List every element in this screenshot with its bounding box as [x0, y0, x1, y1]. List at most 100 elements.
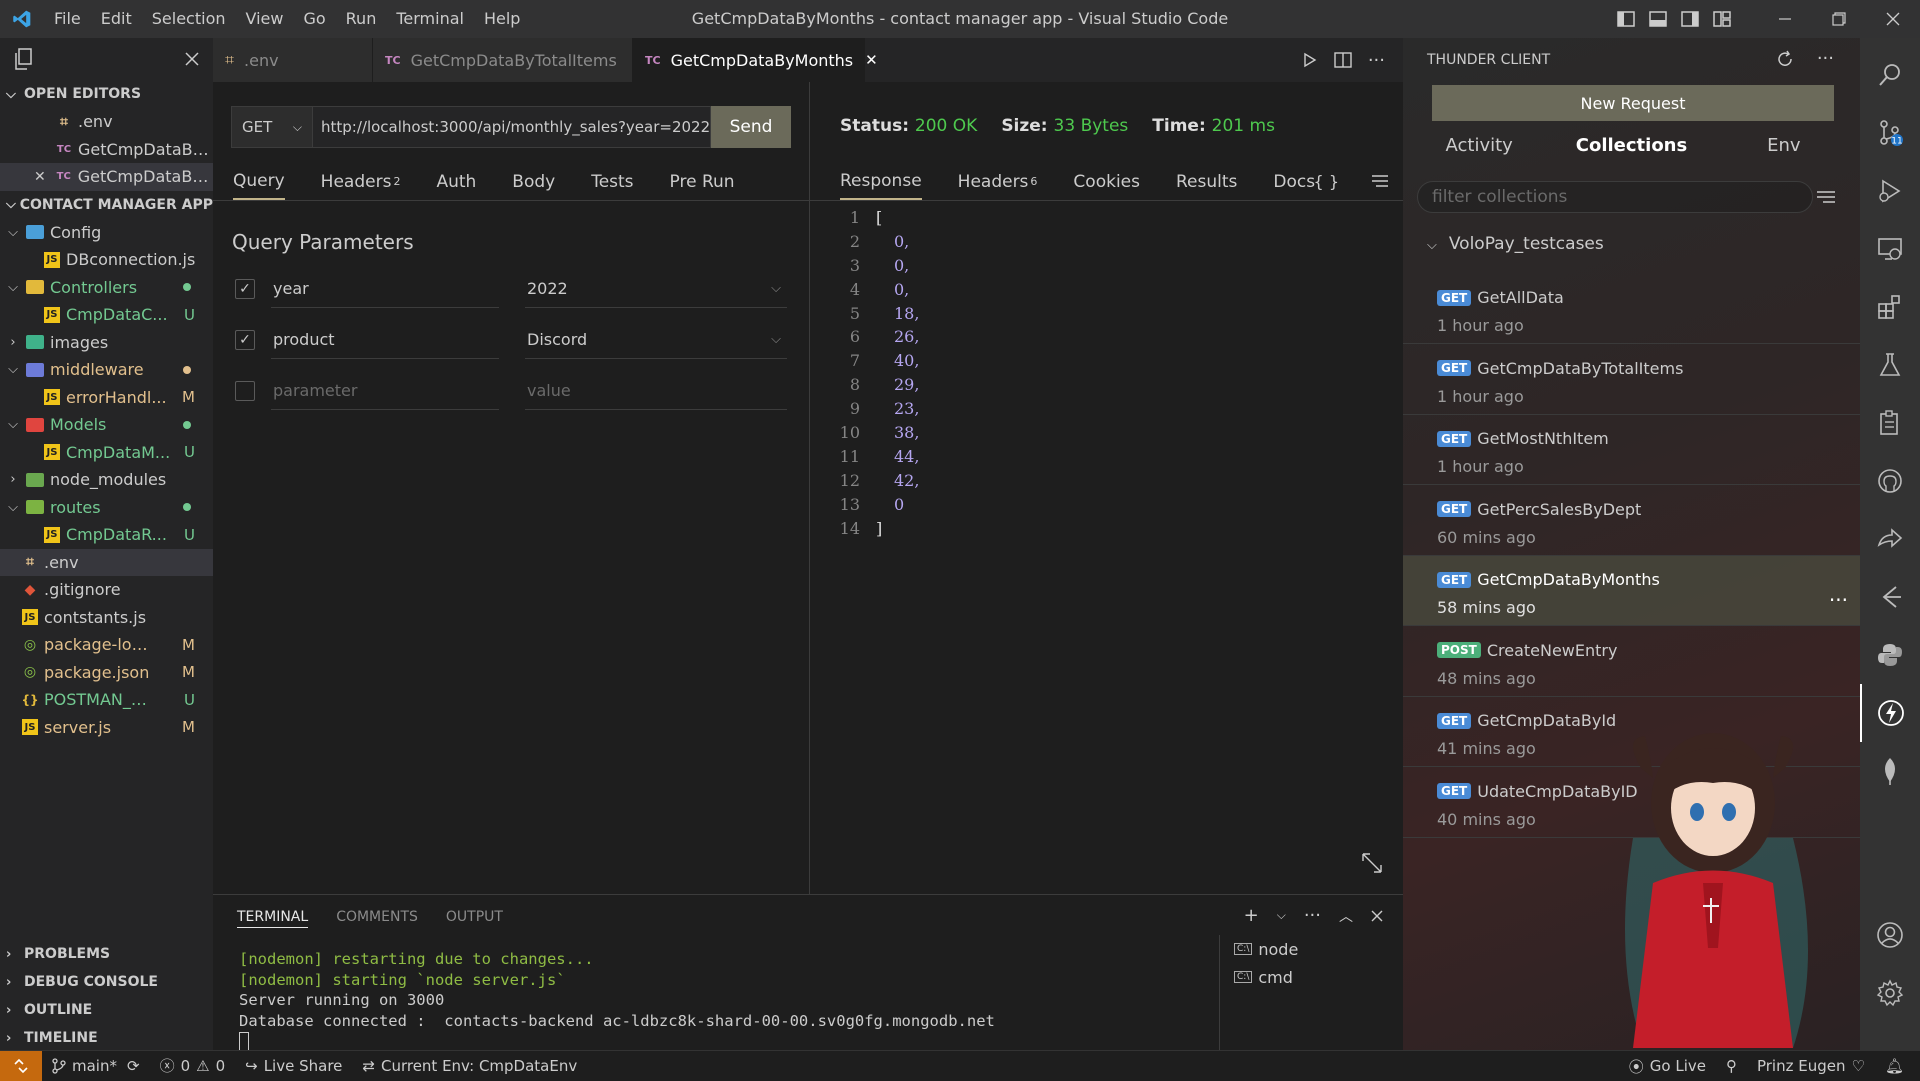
thunder-client-icon[interactable]: [1860, 684, 1920, 742]
folder-item[interactable]: ⌵ middleware: [0, 356, 213, 384]
terminal-instance[interactable]: C:\ cmd: [1220, 963, 1403, 991]
mongodb-leaf-icon[interactable]: [1860, 742, 1920, 800]
sort-menu-icon[interactable]: [1816, 190, 1836, 204]
extensions-icon[interactable]: [1860, 278, 1920, 336]
collection-header[interactable]: ⌵ VoloPay_testcases: [1427, 234, 1604, 254]
terminal-instance[interactable]: C:\ node: [1220, 935, 1403, 963]
open-editors-section[interactable]: ⌵ OPEN EDITORS: [0, 80, 213, 108]
current-env-button[interactable]: ⇄ Current Env: CmpDataEnv: [352, 1057, 587, 1075]
folder-item[interactable]: ⌵ Models: [0, 411, 213, 439]
maximize-panel-icon[interactable]: ︿: [1339, 906, 1353, 926]
folder-item[interactable]: › images: [0, 329, 213, 357]
new-terminal-icon[interactable]: +: [1244, 905, 1259, 926]
collection-request-item[interactable]: GET GetCmpDataByTotalItems 1 hour ago: [1403, 345, 1860, 415]
menu-file[interactable]: File: [44, 0, 91, 38]
file-item[interactable]: JS server.js M: [0, 714, 213, 742]
section-debug-console[interactable]: › DEBUG CONSOLE: [0, 968, 213, 996]
menu-terminal[interactable]: Terminal: [386, 0, 474, 38]
panel-tab-output[interactable]: OUTPUT: [446, 909, 503, 928]
remote-explorer-icon[interactable]: [1860, 220, 1920, 278]
menu-go[interactable]: Go: [293, 0, 335, 38]
sync-icon[interactable]: ⟳: [127, 1057, 140, 1075]
refresh-icon[interactable]: [1776, 50, 1794, 68]
send-button[interactable]: Send: [711, 106, 791, 148]
param-value-input[interactable]: Discord ⌵: [525, 323, 787, 359]
more-actions-icon[interactable]: ···: [1829, 588, 1848, 612]
param-key-input[interactable]: year: [271, 272, 499, 308]
folder-item[interactable]: ⌵ Controllers: [0, 274, 213, 302]
git-branch[interactable]: main* ⟳: [42, 1057, 150, 1075]
param-key-input[interactable]: product: [271, 323, 499, 359]
file-item[interactable]: JS CmpDataC... U: [0, 301, 213, 329]
file-item[interactable]: ⌗ .env: [0, 548, 213, 576]
panel-tab-terminal[interactable]: TERMINAL: [237, 909, 309, 928]
editor-tab[interactable]: TC GetCmpDataByTotalItems: [373, 38, 633, 82]
section-outline[interactable]: › OUTLINE: [0, 996, 213, 1024]
tab-headers[interactable]: Headers 2: [321, 165, 401, 199]
editor-tab[interactable]: ⌗ .env: [213, 38, 373, 82]
github-icon[interactable]: [1860, 452, 1920, 510]
folder-item[interactable]: ⌵ routes: [0, 494, 213, 522]
notifications-bell-icon[interactable]: 🔔︎: [1875, 1057, 1920, 1075]
param-value-input[interactable]: 2022 ⌵: [525, 272, 787, 308]
file-item[interactable]: JS CmpDataR... U: [0, 521, 213, 549]
customize-layout-icon[interactable]: [1706, 0, 1738, 38]
menu-view[interactable]: View: [236, 0, 294, 38]
go-live-button[interactable]: ⦿ Go Live: [1619, 1056, 1716, 1077]
settings-gear-icon[interactable]: [1860, 964, 1920, 1022]
expand-icon[interactable]: [1361, 852, 1383, 874]
split-editor-icon[interactable]: [1334, 52, 1352, 68]
account-icon[interactable]: [1860, 906, 1920, 964]
close-panel-icon[interactable]: [1371, 910, 1383, 922]
section-problems[interactable]: › PROBLEMS: [0, 940, 213, 968]
tab-tests[interactable]: Tests: [591, 165, 633, 199]
file-item[interactable]: JS errorHandl... M: [0, 384, 213, 412]
param-key-input[interactable]: parameter: [271, 374, 499, 410]
tab-pre-run[interactable]: Pre Run: [670, 165, 735, 199]
param-value-input[interactable]: value: [525, 374, 787, 410]
menu-selection[interactable]: Selection: [142, 0, 236, 38]
more-actions-icon[interactable]: ···: [1368, 50, 1385, 71]
testing-flask-icon[interactable]: [1860, 336, 1920, 394]
problems-indicator[interactable]: ⓧ 0 ⚠ 0: [150, 1055, 236, 1076]
file-item[interactable]: {} POSTMAN_s... U: [0, 686, 213, 714]
folder-item[interactable]: ⌵ Config: [0, 219, 213, 247]
method-select[interactable]: GET ⌵: [231, 106, 313, 148]
collection-request-item[interactable]: POST CreateNewEntry 48 mins ago: [1403, 627, 1860, 697]
run-icon[interactable]: [1302, 52, 1318, 68]
live-share-button[interactable]: ↪ Live Share: [235, 1057, 352, 1075]
collection-request-item[interactable]: GET GetCmpDataByMonths 58 mins ago ···: [1403, 556, 1860, 626]
more-actions-icon[interactable]: ···: [1817, 48, 1834, 69]
toggle-panel-icon[interactable]: [1642, 0, 1674, 38]
restore-icon[interactable]: [1812, 0, 1866, 38]
thunder-tab-env[interactable]: Env: [1708, 128, 1860, 164]
collection-request-item[interactable]: GET GetAllData 1 hour ago: [1403, 274, 1860, 344]
search-icon[interactable]: [1860, 46, 1920, 104]
remote-indicator-icon[interactable]: [0, 1050, 42, 1081]
param-checkbox[interactable]: ✓: [235, 279, 255, 299]
folder-item[interactable]: › node_modules: [0, 466, 213, 494]
user-button[interactable]: Prinz Eugen ♡: [1747, 1057, 1875, 1075]
menu-edit[interactable]: Edit: [91, 0, 142, 38]
close-window-icon[interactable]: [1866, 0, 1920, 38]
thunder-tab-collections[interactable]: Collections: [1555, 128, 1707, 164]
more-actions-icon[interactable]: ···: [1304, 905, 1321, 926]
param-checkbox[interactable]: [235, 381, 255, 401]
minimize-icon[interactable]: [1758, 0, 1812, 38]
format-json-button[interactable]: { }: [1314, 172, 1339, 191]
file-item[interactable]: JS contstants.js: [0, 604, 213, 632]
chevron-down-icon[interactable]: ⌵: [1277, 908, 1286, 923]
tab-docs[interactable]: Docs: [1273, 165, 1315, 199]
file-item[interactable]: JS DBconnection.js: [0, 246, 213, 274]
run-debug-icon[interactable]: [1860, 162, 1920, 220]
file-item[interactable]: ◎ package.json M: [0, 659, 213, 687]
open-editor-item[interactable]: TC GetCmpDataByT...: [0, 136, 213, 164]
thunder-tab-activity[interactable]: Activity: [1403, 128, 1555, 164]
git-lens-icon[interactable]: [1860, 568, 1920, 626]
toggle-primary-sidebar-icon[interactable]: [1610, 0, 1642, 38]
tab-body[interactable]: Body: [512, 165, 555, 199]
open-editor-item[interactable]: ⌗ .env: [0, 108, 213, 136]
source-control-icon[interactable]: 11: [1860, 104, 1920, 162]
toggle-secondary-sidebar-icon[interactable]: [1674, 0, 1706, 38]
open-editor-item[interactable]: ✕ TC GetCmpDataBy...: [0, 163, 213, 191]
